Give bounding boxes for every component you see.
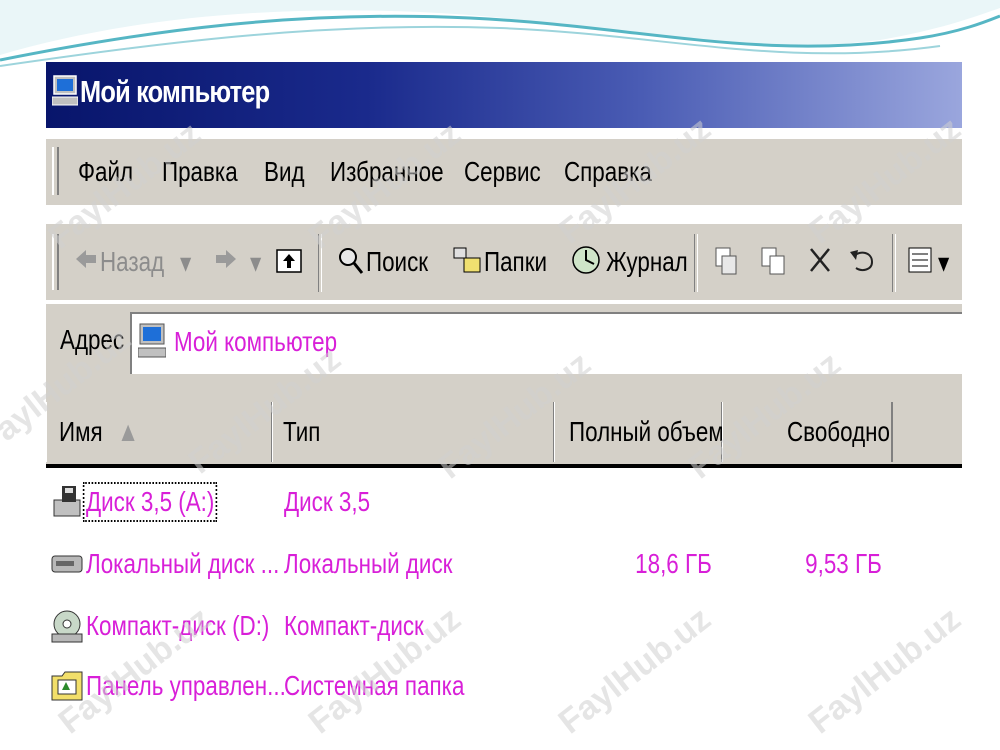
list-item[interactable]: Панель управлен... Системная папка [46,660,962,710]
copy-to-icon[interactable] [758,244,788,278]
sort-ascending-icon: ▲ [117,416,140,447]
standard-toolbar: Назад ▾ ▾ Поиск Папки Журнал ▾ [46,224,962,300]
forward-arrow-icon[interactable] [214,244,238,274]
item-type: Системная папка [284,670,465,701]
column-header-free-space[interactable]: Свободно [722,402,893,462]
item-free-space: 9,53 ГБ [805,548,882,579]
undo-icon[interactable] [846,244,878,276]
up-folder-icon[interactable] [274,244,304,276]
folders-button[interactable]: Папки [484,246,547,278]
history-button[interactable]: Журнал [606,246,688,278]
menu-edit[interactable]: Правка [162,156,238,188]
item-type: Локальный диск [284,548,453,579]
folders-icon[interactable] [452,244,482,276]
item-total-size: 18,6 ГБ [635,548,712,579]
forward-dropdown-icon[interactable]: ▾ [250,246,261,279]
item-name: Компакт-диск (D:) [86,610,270,641]
my-computer-window: Мой компьютер Файл Правка Вид Избранное … [46,62,962,710]
column-header-name-label: Имя [59,416,103,447]
column-header-total-size[interactable]: Полный объем [554,402,724,462]
control-panel-icon [51,671,83,701]
history-icon[interactable] [570,244,602,276]
menu-grip[interactable] [52,147,59,195]
menu-bar: Файл Правка Вид Избранное Сервис Справка [46,138,962,205]
menu-help[interactable]: Справка [564,156,652,188]
column-header-free-space-label: Свободно [787,416,890,447]
toolbar-grip[interactable] [52,234,59,290]
slide-wave-decoration [0,0,1000,67]
item-name: Панель управлен... [86,670,286,701]
menu-favorites[interactable]: Избранное [330,156,444,188]
computer-icon [138,323,166,358]
address-label: Адрес [60,324,125,355]
hard-drive-icon [51,555,83,573]
back-arrow-icon[interactable] [74,244,98,274]
column-header-type-label: Тип [283,416,321,447]
item-name: Диск 3,5 (A:) [82,482,218,522]
address-bar: Адрес Мой компьютер [46,304,962,380]
window-title: Мой компьютер [80,74,270,109]
item-name: Локальный диск ... [86,548,280,579]
column-header-name[interactable]: Имя ▲ [46,402,273,462]
column-header-type[interactable]: Тип [272,402,555,462]
back-dropdown-icon[interactable]: ▾ [180,246,191,279]
title-bar[interactable]: Мой компьютер [46,62,962,128]
cd-drive-icon [51,610,83,643]
toolbar-separator [318,234,322,292]
toolbar-bottom-edge [46,380,962,402]
item-type: Компакт-диск [284,610,424,641]
address-field[interactable]: Мой компьютер [130,312,962,374]
column-header-total-size-label: Полный объем [569,416,724,447]
item-type: Диск 3,5 [284,486,371,517]
list-item[interactable]: Диск 3,5 (A:) Диск 3,5 [46,476,962,532]
floppy-drive-icon [53,486,81,517]
back-button[interactable]: Назад [100,246,164,278]
delete-icon[interactable] [806,244,834,276]
toolbar-separator-2 [694,234,698,292]
column-header-row: Имя ▲ Тип Полный объем Свободно [46,402,962,468]
menu-tools[interactable]: Сервис [464,156,541,188]
computer-icon [52,75,78,106]
toolbar-separator-3 [892,234,896,292]
list-item[interactable]: Компакт-диск (D:) Компакт-диск [46,600,962,656]
move-to-icon[interactable] [712,244,742,278]
menu-view[interactable]: Вид [264,156,305,188]
views-dropdown-icon[interactable]: ▾ [938,246,949,279]
search-button[interactable]: Поиск [366,246,428,278]
list-item[interactable]: Локальный диск ... Локальный диск 18,6 Г… [46,538,962,594]
search-icon[interactable] [336,244,364,276]
views-icon[interactable] [906,244,936,276]
address-value: Мой компьютер [174,326,338,357]
menu-file[interactable]: Файл [78,156,133,188]
